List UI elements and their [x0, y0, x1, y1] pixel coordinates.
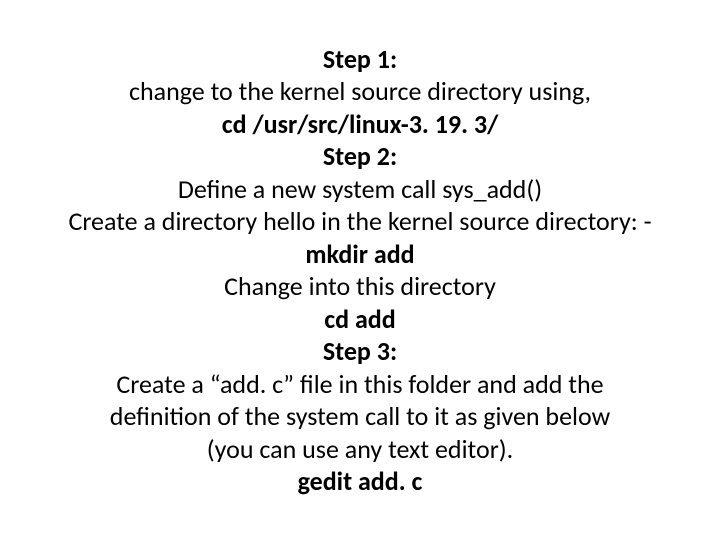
step-3-desc-2: definition of the system call to it as g…	[30, 400, 690, 433]
step-3-heading: Step 3:	[30, 335, 690, 368]
step-2-desc-1: Define a new system call sys_add()	[30, 173, 690, 206]
step-3-desc-3: (you can use any text editor).	[30, 433, 690, 466]
step-1-heading: Step 1:	[30, 43, 690, 76]
step-2-cmd-2: cd add	[30, 303, 690, 336]
step-2-cmd-1: mkdir add	[30, 238, 690, 271]
step-2-desc-3: Change into this directory	[30, 270, 690, 303]
step-3-cmd: gedit add. c	[30, 465, 690, 498]
step-1-desc: change to the kernel source directory us…	[30, 75, 690, 108]
step-2-heading: Step 2:	[30, 140, 690, 173]
step-3-desc-1: Create a “add. c” file in this folder an…	[30, 368, 690, 401]
step-2-desc-2: Create a directory hello in the kernel s…	[30, 205, 690, 238]
slide-content: Step 1: change to the kernel source dire…	[0, 23, 720, 518]
step-1-cmd: cd /usr/src/linux-3. 19. 3/	[30, 108, 690, 141]
